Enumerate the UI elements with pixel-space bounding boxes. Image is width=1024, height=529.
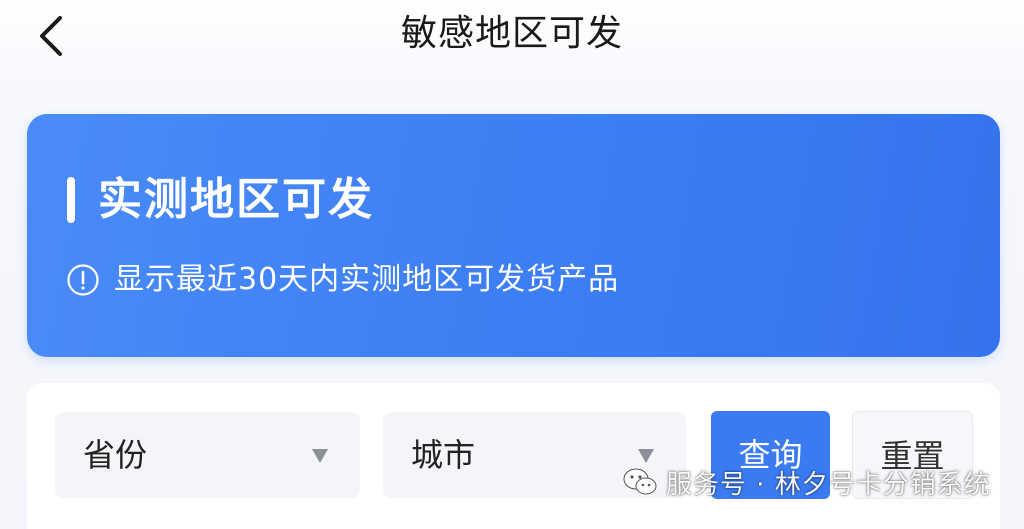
page: 敏感地区可发 实测地区可发 显示最近30天内实测地区可发货产品 省份 城市 查询…: [0, 0, 1024, 529]
banner-heading: 实测地区可发: [98, 174, 374, 225]
banner-accent-bar: [67, 177, 75, 223]
city-select-label: 城市: [411, 436, 476, 474]
banner-info-text: 显示最近30天内实测地区可发货产品: [114, 262, 620, 297]
banner-info: 显示最近30天内实测地区可发货产品: [66, 258, 619, 302]
page-title: 敏感地区可发: [400, 13, 623, 54]
header: 敏感地区可发: [0, 0, 1024, 72]
watermark-text: 服务号 · 林夕号卡分销系统: [666, 469, 991, 500]
province-select-label: 省份: [83, 436, 148, 474]
caret-down-icon: [310, 445, 330, 465]
info-circle-icon: [66, 263, 100, 297]
watermark: 服务号 · 林夕号卡分销系统: [622, 462, 991, 502]
wechat-icon: [622, 467, 658, 497]
province-select[interactable]: 省份: [55, 412, 360, 498]
info-banner: [27, 114, 1000, 357]
